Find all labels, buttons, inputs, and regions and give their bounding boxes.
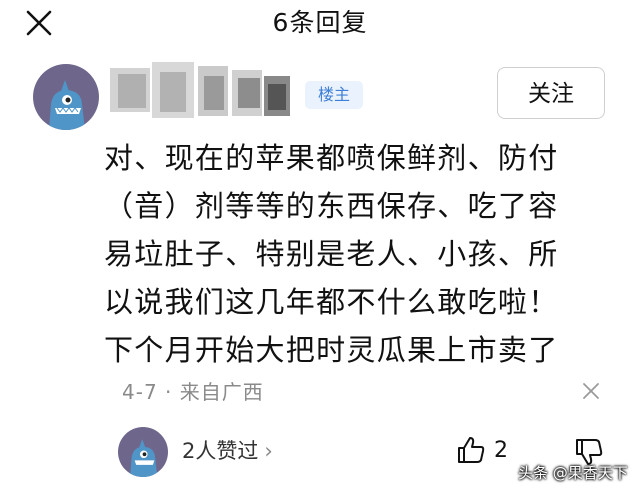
watermark: 头条 @果香天下	[518, 464, 628, 482]
reply-line: 下个月开始大把时灵瓜果上市卖了	[104, 333, 559, 367]
reply-line: （音）剂等等的东西保存、吃了容	[104, 189, 559, 223]
monster-avatar-icon	[49, 80, 85, 130]
reply-line: 易垃肚子、特别是老人、小孩、所	[104, 237, 559, 271]
thumbs-up-icon[interactable]	[455, 434, 487, 466]
reply-header: 6条回复	[0, 0, 640, 44]
post-meta: 4-7 · 来自广西	[122, 380, 264, 404]
dismiss-icon[interactable]	[582, 382, 600, 400]
page-title: 6条回复	[272, 8, 368, 37]
op-badge: 楼主	[305, 81, 363, 109]
reply-line: 对、现在的苹果都喷保鲜剂、防付	[104, 141, 559, 175]
likers-link[interactable]: 2人赞过 ›	[182, 436, 273, 466]
like-count: 2	[494, 438, 508, 463]
monster-avatar-icon	[130, 439, 158, 477]
chevron-right-icon: ›	[264, 439, 273, 463]
avatar[interactable]	[33, 64, 99, 130]
likers-label: 2人赞过	[182, 439, 259, 463]
liker-avatar[interactable]	[118, 427, 168, 477]
follow-button[interactable]: 关注	[497, 67, 605, 119]
redacted-username	[110, 62, 290, 118]
reply-text: 对、现在的苹果都喷保鲜剂、防付 （音）剂等等的东西保存、吃了容 易垃肚子、特别是…	[104, 134, 624, 374]
reply-line: 以说我们这几年都不什么敢吃啦！	[104, 285, 559, 319]
